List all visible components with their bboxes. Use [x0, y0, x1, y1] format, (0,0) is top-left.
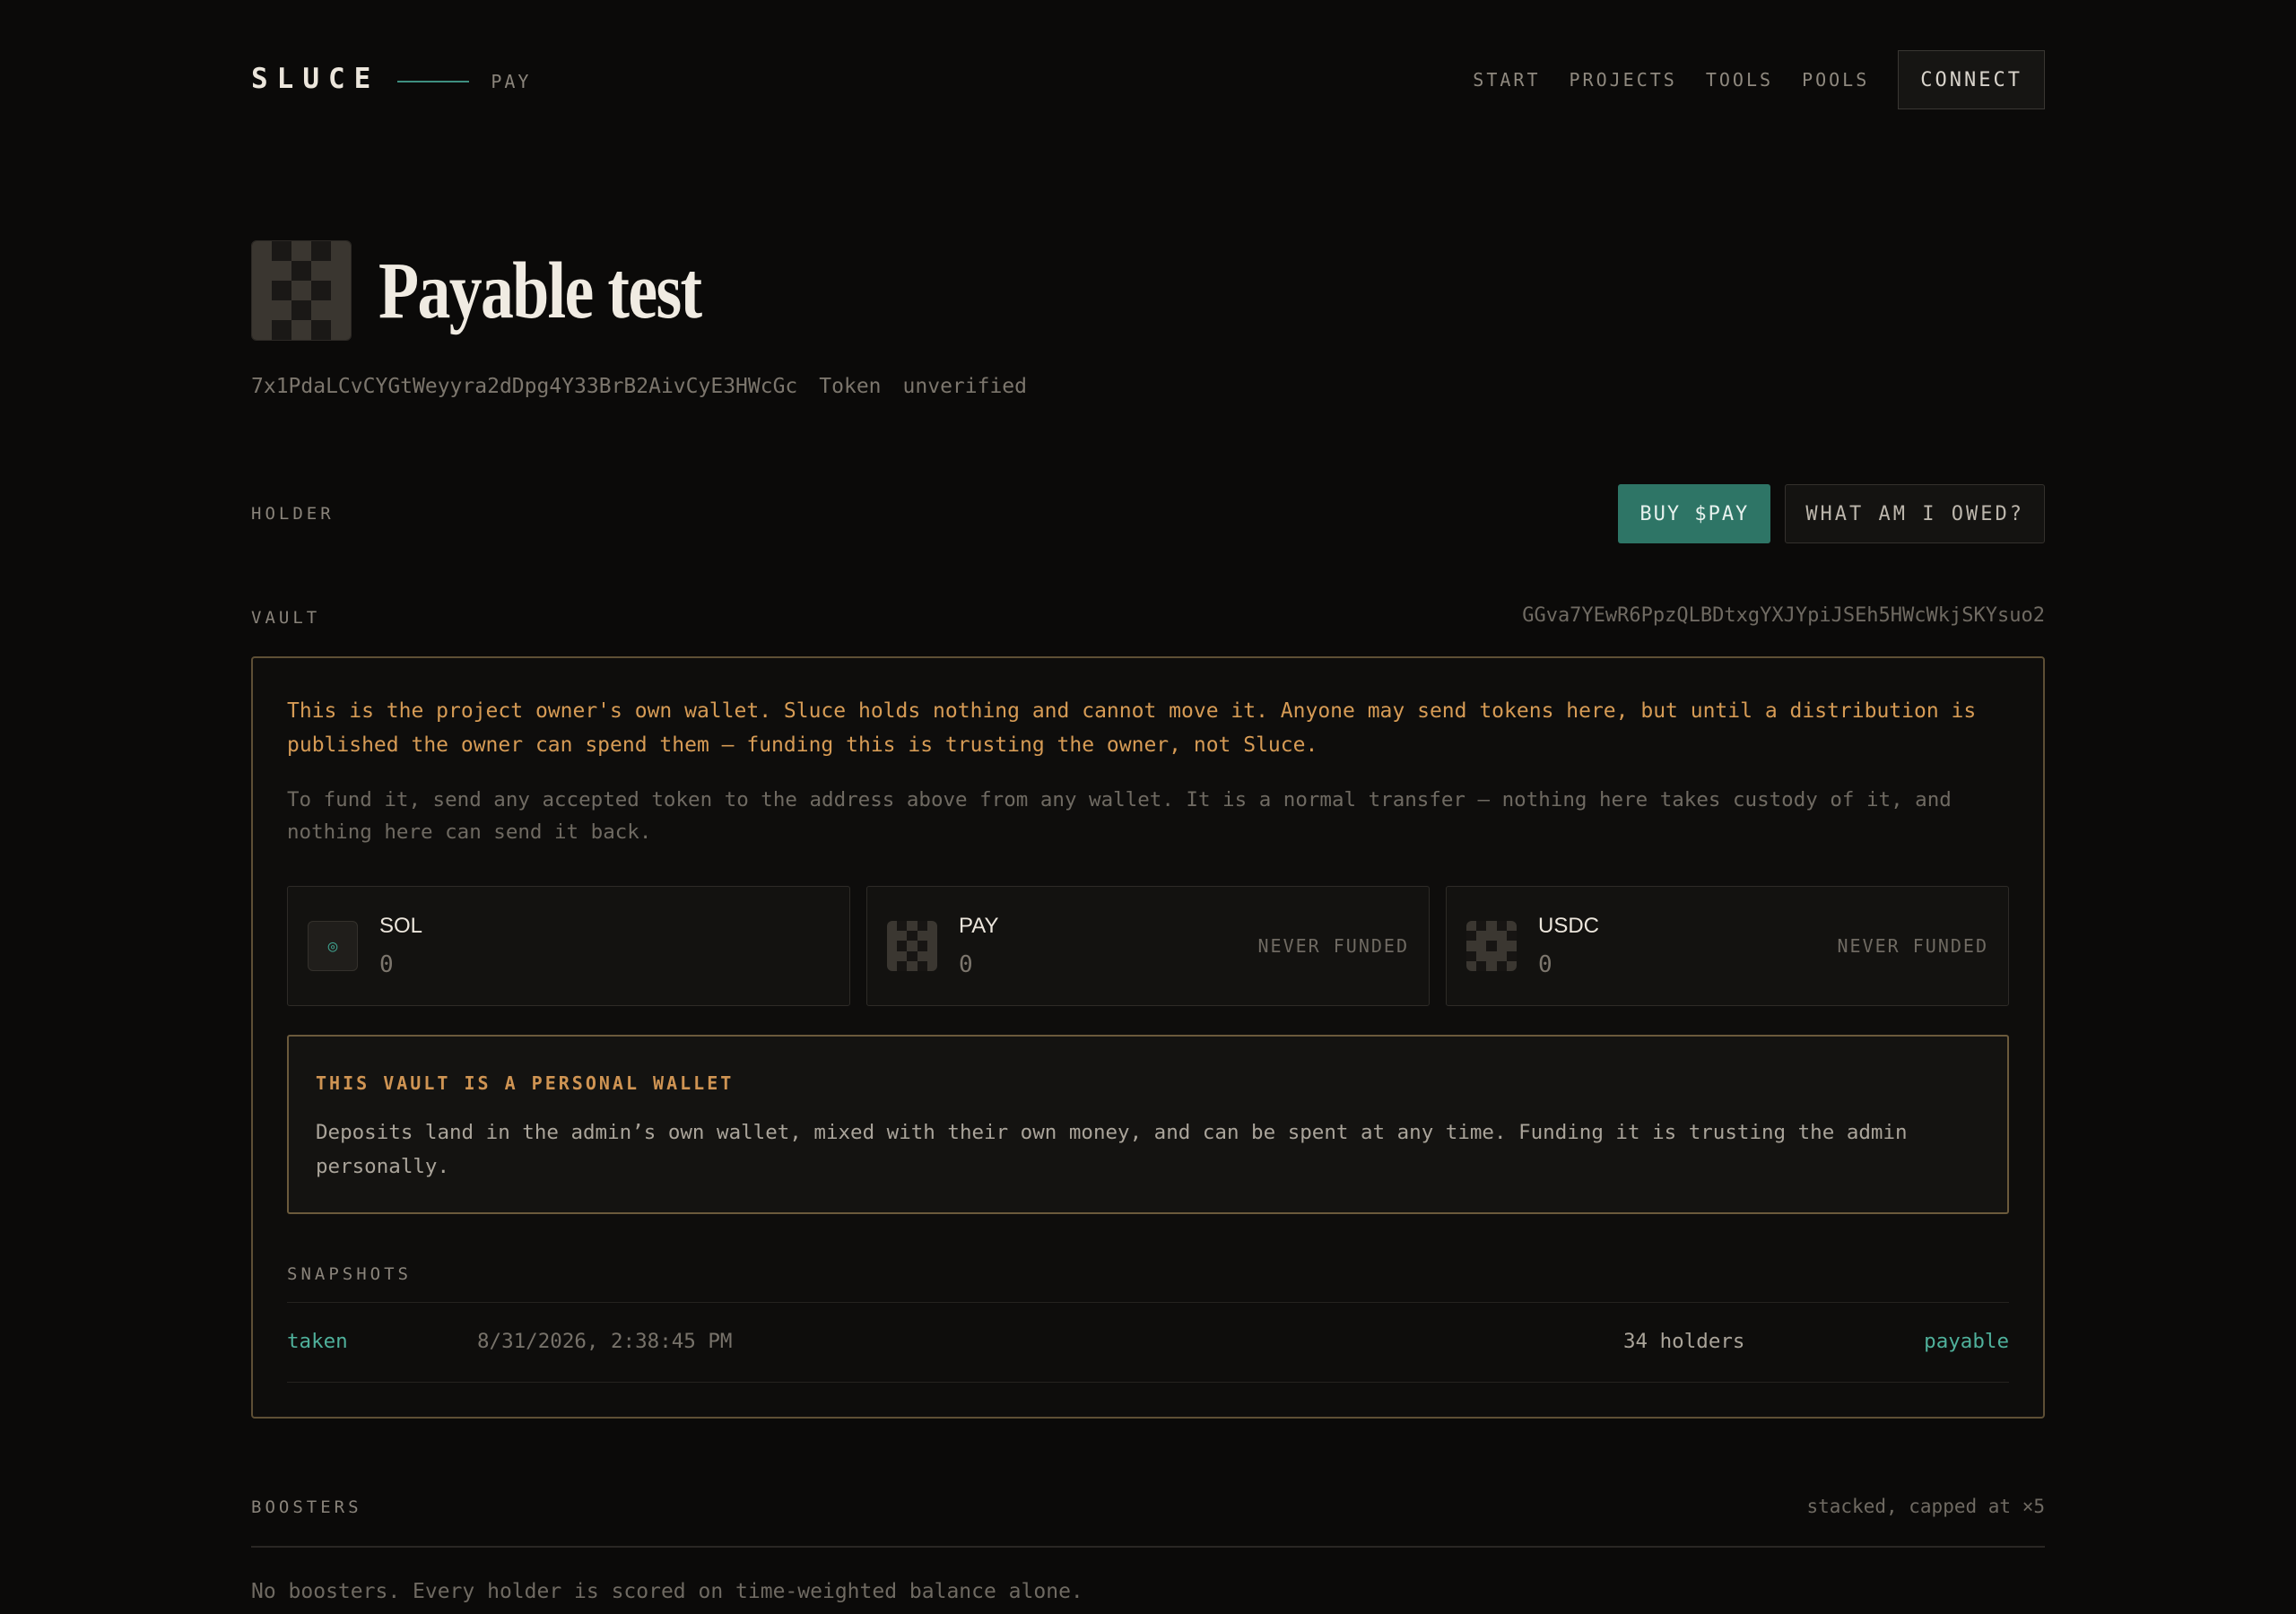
vault-warning: This is the project owner's own wallet. …: [287, 699, 1977, 757]
boosters-label: BOOSTERS: [251, 1497, 362, 1517]
verification-status: unverified: [902, 375, 1028, 398]
nav-start[interactable]: START: [1473, 69, 1540, 91]
token-balance: 0: [959, 951, 973, 978]
nav-tools[interactable]: TOOLS: [1706, 69, 1773, 91]
token-card-sol: ◎ SOL 0: [287, 886, 850, 1006]
vault-header: VAULT GGva7YEwR6PpzQLBDtxgYXJYpiJSEh5HWc…: [251, 604, 2045, 631]
brand-divider: [397, 81, 470, 82]
page-title: Payable test: [378, 246, 702, 335]
vault-panel: This is the project owner's own wallet. …: [251, 656, 2045, 1419]
buy-button[interactable]: BUY $PAY: [1618, 484, 1771, 543]
holder-section: HOLDER BUY $PAY WHAT AM I OWED?: [251, 484, 2045, 543]
project-avatar: [251, 240, 352, 341]
project-kind: Token: [819, 375, 882, 398]
snapshot-holders: 34 holders: [1623, 1330, 1745, 1353]
snapshot-kind: payable: [1924, 1330, 2009, 1353]
vault-address[interactable]: GGva7YEwR6PpzQLBDtxgYXJYpiJSEh5HWcWkjSKY…: [1522, 604, 2045, 627]
token-name: SOL: [379, 914, 423, 938]
usdc-token-icon: [1466, 921, 1517, 971]
vault-label: VAULT: [251, 608, 321, 628]
boosters-empty-message: No boosters. Every holder is scored on t…: [251, 1580, 1083, 1603]
project-meta: 7x1PdaLCvCYGtWeyyra2dDpg4Y33BrB2AivCyE3H…: [251, 375, 1027, 398]
connect-button[interactable]: CONNECT: [1898, 50, 2045, 109]
pay-token-icon: [887, 921, 937, 971]
token-balance: 0: [379, 951, 394, 978]
boosters-header: BOOSTERS stacked, capped at ×5: [251, 1490, 2045, 1548]
top-bar: SLUCE PAY START PROJECTS TOOLS POOLS CON…: [251, 50, 2045, 109]
holder-label: HOLDER: [251, 504, 335, 524]
snapshots-label: SNAPSHOTS: [287, 1264, 412, 1284]
brand-subtitle: PAY: [491, 71, 532, 92]
token-status: NEVER FUNDED: [1837, 935, 1988, 957]
brand[interactable]: SLUCE PAY: [251, 63, 531, 95]
main-nav: START PROJECTS TOOLS POOLS CONNECT: [1473, 50, 2045, 109]
snapshot-row[interactable]: taken 8/31/2026, 2:38:45 PM 34 holders p…: [287, 1302, 2009, 1383]
personal-wallet-notice: THIS VAULT IS A PERSONAL WALLET Deposits…: [287, 1035, 2009, 1214]
notice-body: Deposits land in the admin’s own wallet,…: [316, 1121, 1908, 1178]
sol-icon: ◎: [308, 921, 358, 971]
token-balances: ◎ SOL 0 PAY 0 NEVER FUNDED USDC 0 NEVER …: [287, 886, 2009, 1006]
holder-actions: BUY $PAY WHAT AM I OWED?: [1618, 484, 2045, 543]
project-address[interactable]: 7x1PdaLCvCYGtWeyyra2dDpg4Y33BrB2AivCyE3H…: [251, 375, 797, 398]
notice-title: THIS VAULT IS A PERSONAL WALLET: [316, 1072, 735, 1094]
nav-pools[interactable]: POOLS: [1802, 69, 1869, 91]
token-status: NEVER FUNDED: [1257, 935, 1409, 957]
token-card-pay: PAY 0 NEVER FUNDED: [866, 886, 1430, 1006]
token-card-usdc: USDC 0 NEVER FUNDED: [1446, 886, 2009, 1006]
boosters-note: stacked, capped at ×5: [1806, 1496, 2045, 1517]
snapshot-status: taken: [287, 1330, 348, 1353]
project-header: Payable test: [251, 240, 771, 341]
vault-info: To fund it, send any accepted token to t…: [287, 788, 1952, 844]
token-name: USDC: [1538, 914, 1600, 938]
nav-projects[interactable]: PROJECTS: [1570, 69, 1677, 91]
token-balance: 0: [1538, 951, 1552, 978]
token-name: PAY: [959, 914, 999, 938]
what-am-i-owed-button[interactable]: WHAT AM I OWED?: [1785, 484, 2045, 543]
snapshot-date: 8/31/2026, 2:38:45 PM: [477, 1330, 733, 1353]
brand-name: SLUCE: [251, 63, 380, 95]
